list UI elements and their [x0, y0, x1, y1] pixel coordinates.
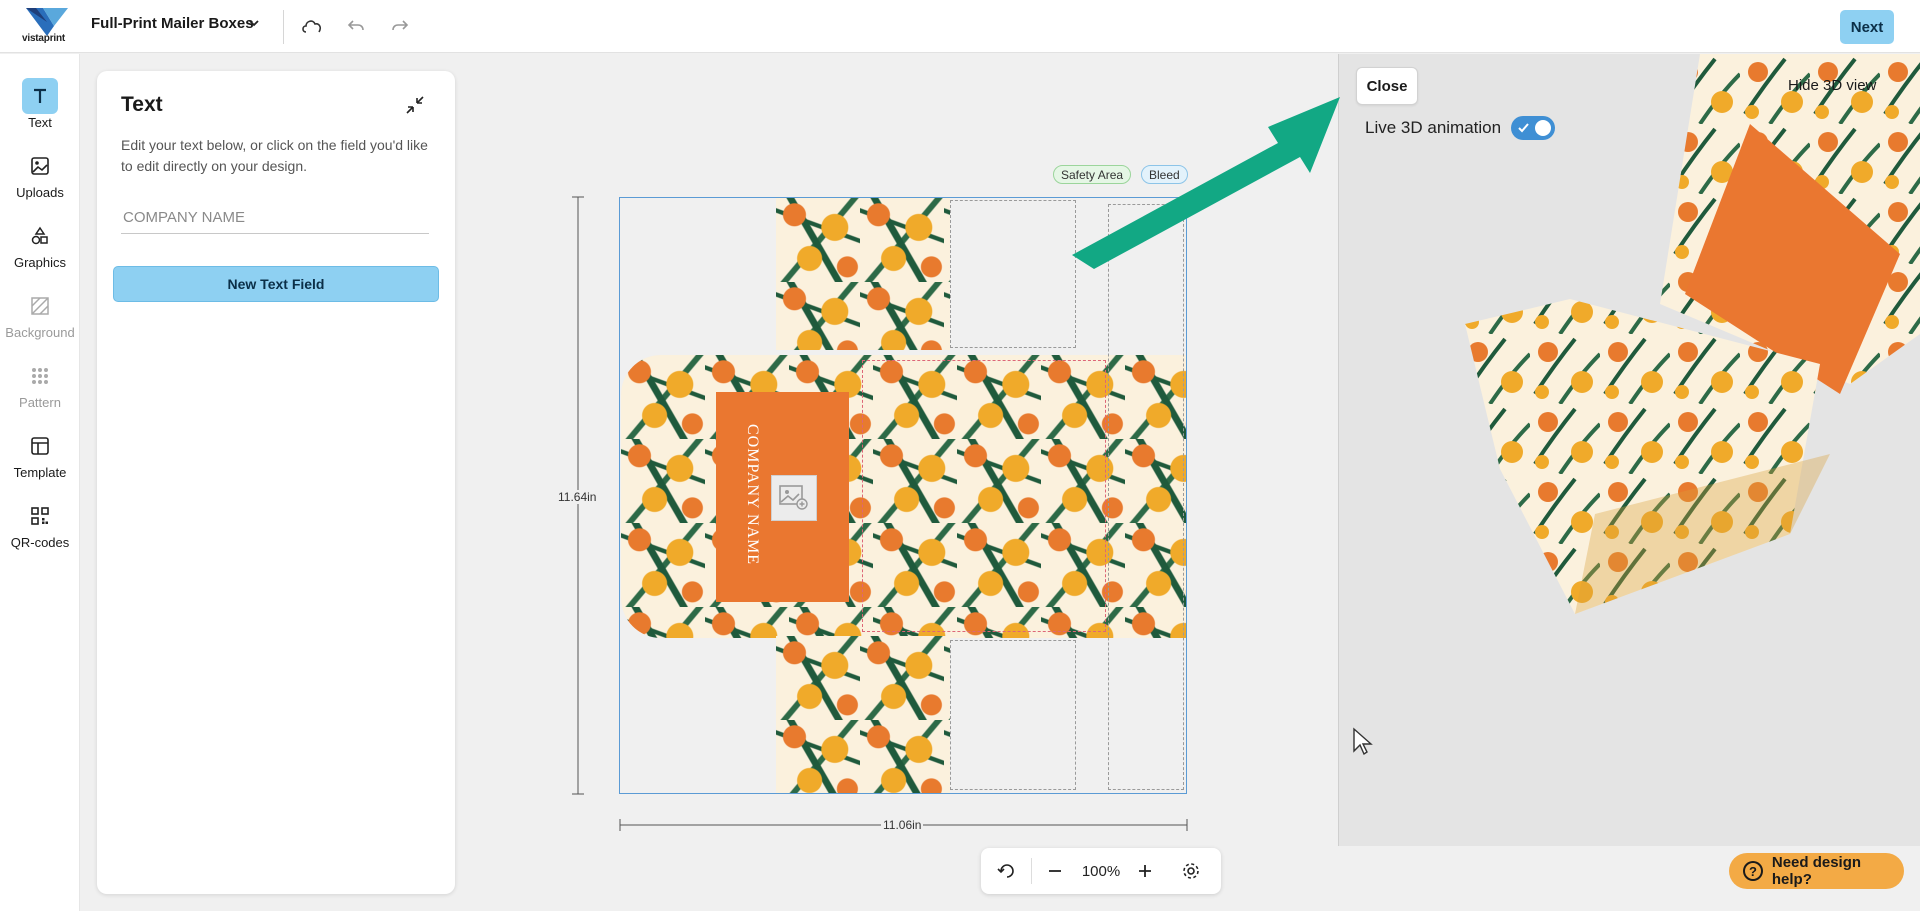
design-company-name[interactable]: COMPANY NAME: [737, 420, 767, 570]
toolbar-divider: [283, 10, 284, 44]
rail-label: Template: [13, 465, 67, 480]
rail-item-uploads[interactable]: Uploads: [0, 148, 80, 210]
zoom-divider: [1031, 858, 1032, 884]
shapes-icon: [22, 218, 58, 254]
qr-icon: [22, 498, 58, 534]
template-icon: [22, 428, 58, 464]
top-bar: vistaprint Full-Print Mailer Boxes Next: [0, 0, 1920, 53]
zoom-in-icon[interactable]: [1133, 859, 1157, 883]
next-button[interactable]: Next: [1840, 10, 1894, 44]
rail-item-text[interactable]: Text: [0, 78, 80, 140]
3d-box-preview[interactable]: [1460, 54, 1920, 664]
fold-guide: [1108, 204, 1184, 790]
rail-label: Text: [28, 115, 52, 130]
zoom-toolbar: 100%: [981, 848, 1221, 894]
rail-item-template[interactable]: Template: [0, 428, 80, 490]
undo-icon[interactable]: [344, 14, 368, 38]
settings-gear-icon[interactable]: [1179, 859, 1203, 883]
rail-label: Pattern: [19, 395, 61, 410]
fold-guide: [950, 200, 1076, 348]
chevron-down-icon[interactable]: [247, 16, 261, 30]
image-placeholder-icon[interactable]: [771, 475, 817, 521]
panel-title: Text: [121, 93, 163, 116]
cloud-save-icon[interactable]: [300, 14, 324, 38]
rotate-icon[interactable]: [995, 859, 1019, 883]
rail-label: Background: [5, 325, 75, 340]
panel-description: Edit your text below, or click on the fi…: [121, 137, 428, 174]
rail-label: QR-codes: [10, 535, 70, 550]
need-design-help-button[interactable]: ? Need design help?: [1729, 853, 1904, 889]
height-label: 11.64in: [556, 490, 599, 504]
bottom-flap-panel[interactable]: [776, 636, 950, 793]
check-icon: [1518, 123, 1529, 133]
width-label: 11.06in: [881, 818, 924, 832]
help-icon: ?: [1743, 861, 1763, 881]
pattern-icon: [22, 358, 58, 394]
mouse-cursor-icon: [1353, 727, 1373, 756]
background-icon: [22, 288, 58, 324]
rail-item-qr-codes[interactable]: QR-codes: [0, 498, 80, 560]
close-button[interactable]: Close: [1356, 67, 1418, 105]
company-name-field[interactable]: [121, 201, 429, 234]
help-label: Need design help?: [1771, 854, 1862, 888]
toggle-knob: [1535, 120, 1551, 136]
tool-rail: Text Uploads Graphics Background Pattern…: [0, 54, 80, 911]
fold-guide: [950, 640, 1076, 790]
brand-wordmark: vistaprint: [22, 33, 66, 44]
text-panel: Text Edit your text below, or click on t…: [97, 71, 455, 894]
zoom-level[interactable]: 100%: [1077, 859, 1125, 883]
hide-3d-view-link[interactable]: Hide 3D view: [1788, 77, 1876, 94]
annotation-arrow-icon: [1072, 97, 1340, 269]
collapse-icon[interactable]: [405, 95, 425, 115]
new-text-field-button[interactable]: New Text Field: [113, 266, 439, 302]
top-flap-panel[interactable]: [776, 198, 950, 350]
rail-item-background[interactable]: Background: [0, 288, 80, 350]
rail-item-pattern[interactable]: Pattern: [0, 358, 80, 420]
live-3d-label: Live 3D animation: [1365, 118, 1502, 137]
safety-guide: [862, 360, 1106, 632]
zoom-out-icon[interactable]: [1043, 859, 1067, 883]
product-title[interactable]: Full-Print Mailer Boxes: [91, 15, 254, 32]
text-icon: [22, 78, 58, 114]
redo-icon[interactable]: [388, 14, 412, 38]
image-icon: [22, 148, 58, 184]
rail-label: Graphics: [13, 255, 67, 270]
live-3d-toggle[interactable]: [1511, 116, 1555, 140]
rail-label: Uploads: [16, 185, 64, 200]
rail-item-graphics[interactable]: Graphics: [0, 218, 80, 280]
